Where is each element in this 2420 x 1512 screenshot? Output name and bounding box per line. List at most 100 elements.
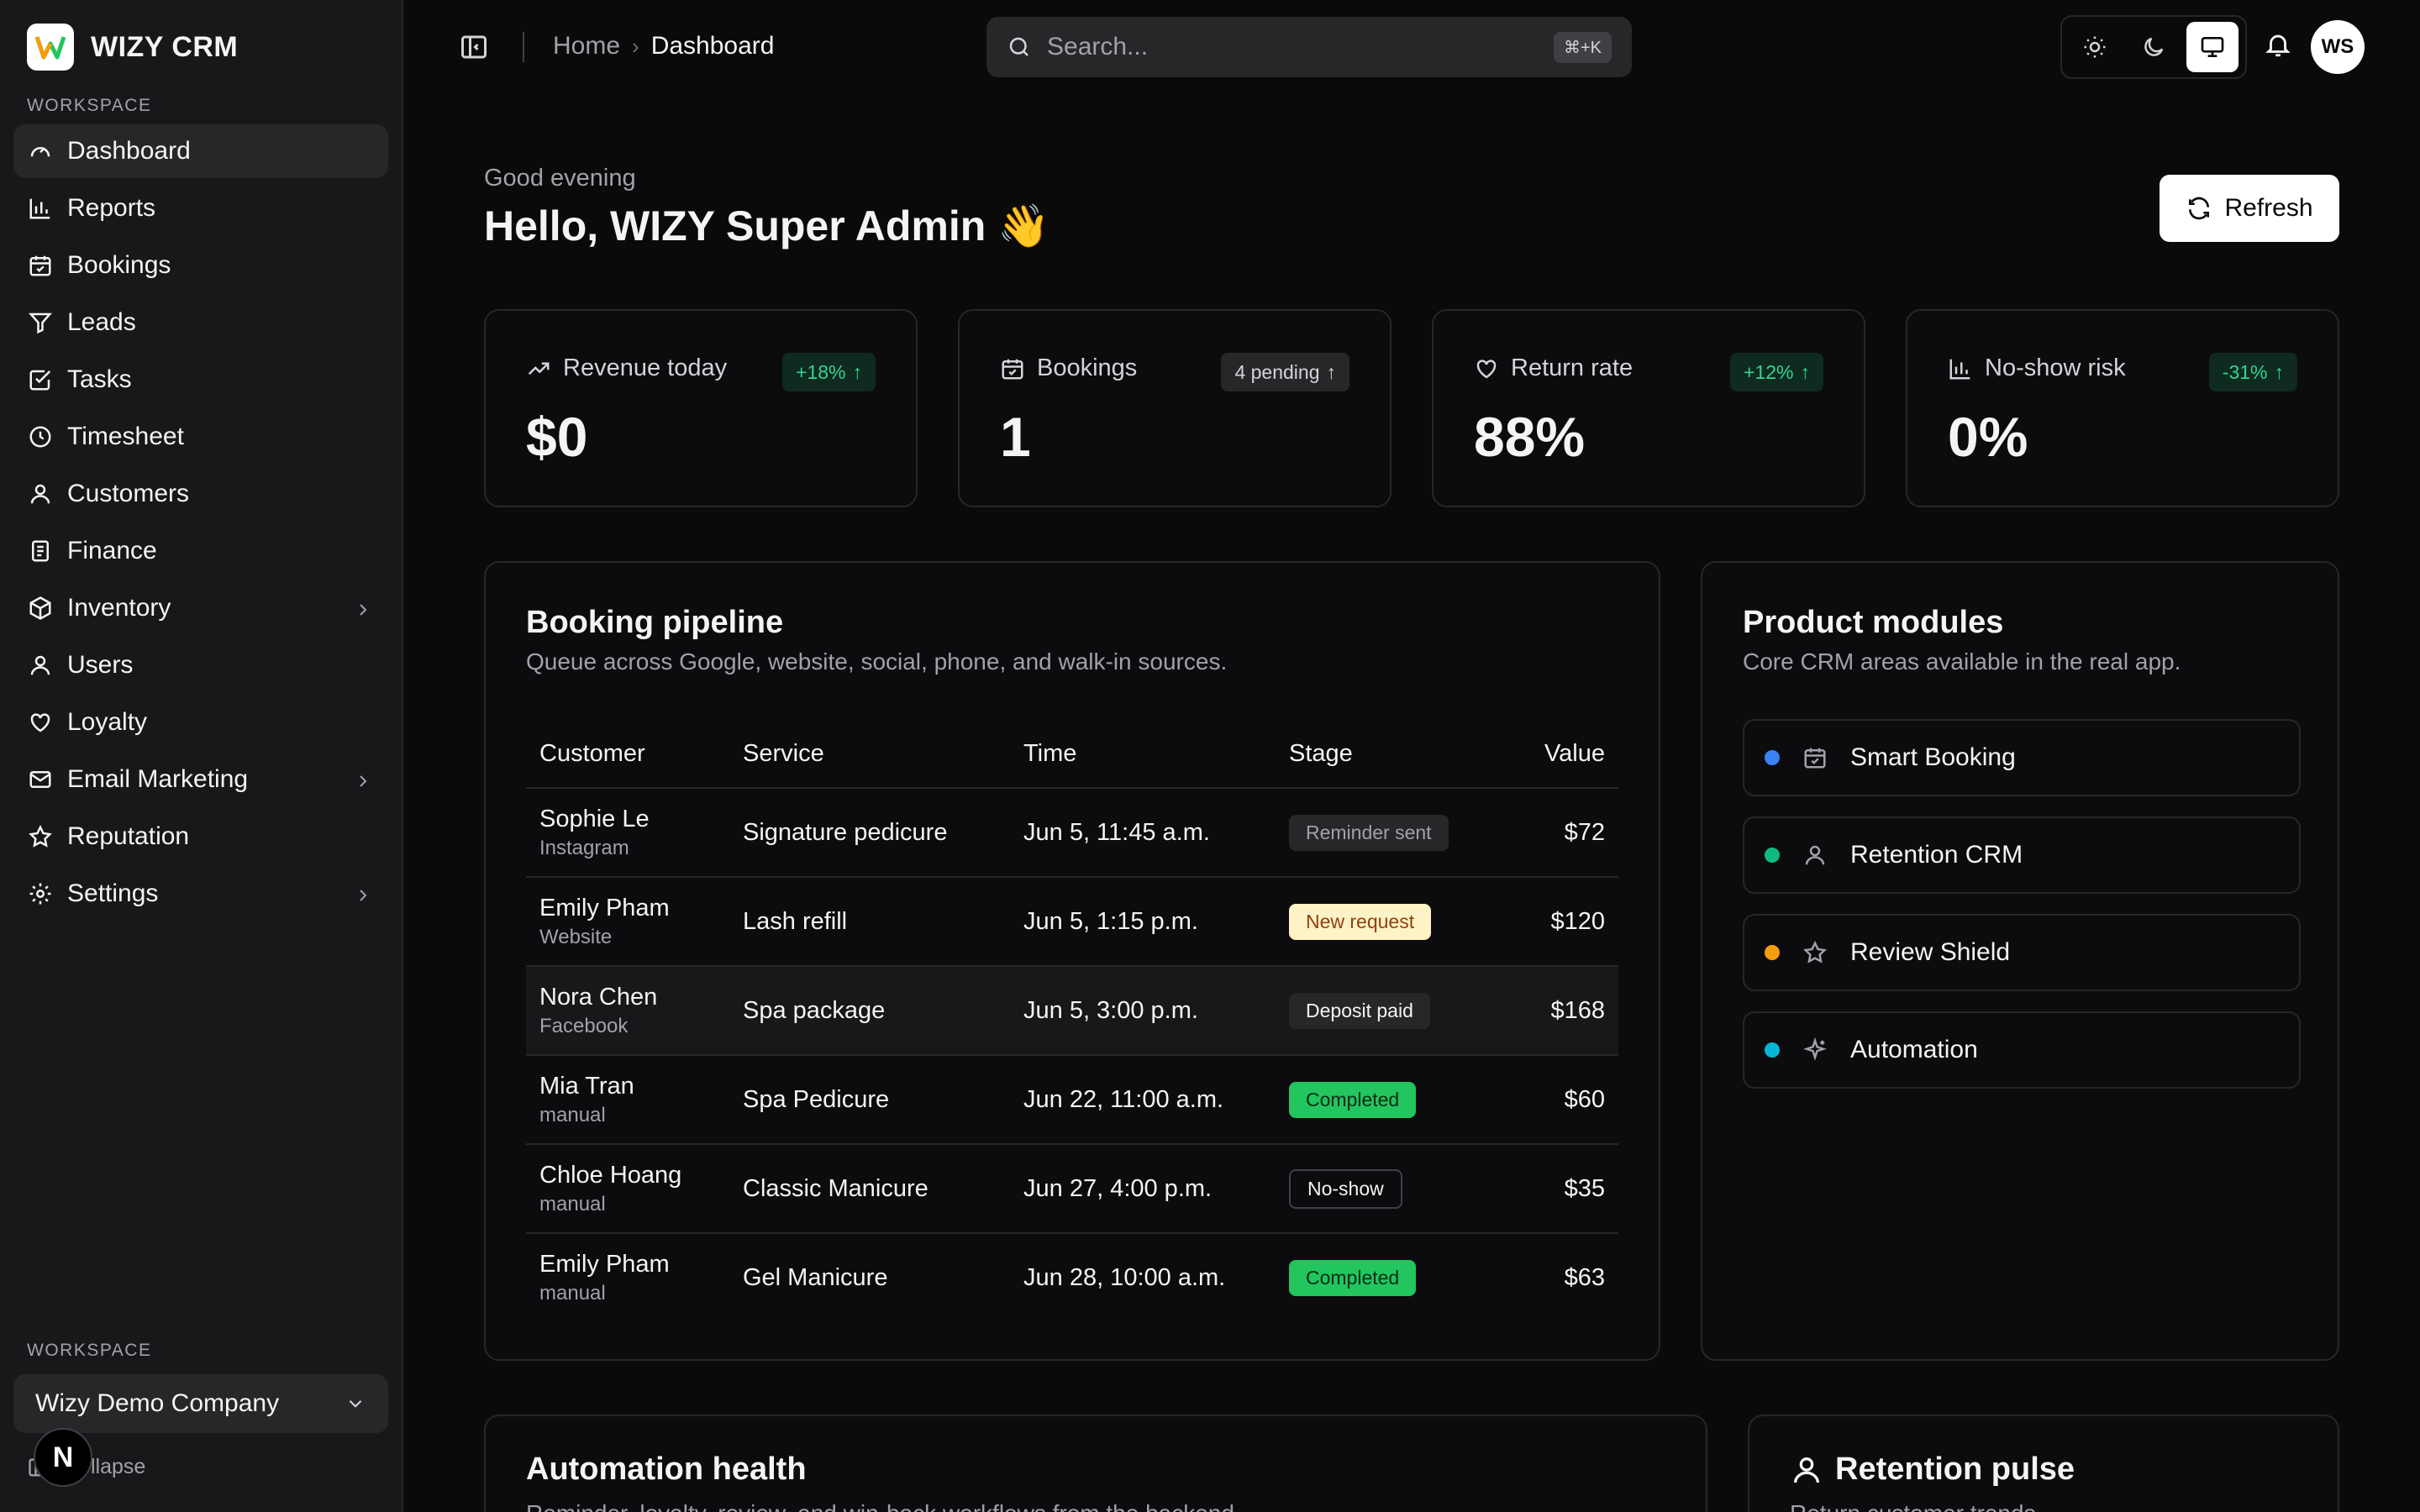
sidebar-item-loyalty[interactable]: Loyalty bbox=[13, 696, 388, 749]
checkbox-icon bbox=[27, 366, 54, 393]
sidebar-item-reports[interactable]: Reports bbox=[13, 181, 388, 235]
calendar-check-icon bbox=[1802, 744, 1828, 771]
value-cell: $168 bbox=[1502, 966, 1618, 1056]
status-dot bbox=[1765, 848, 1780, 863]
sidebar-item-settings[interactable]: Settings bbox=[13, 867, 388, 921]
status-dot bbox=[1765, 945, 1780, 960]
greeting-subtitle: Good evening bbox=[484, 165, 636, 192]
card-subtitle: Return customer trends bbox=[1790, 1500, 2036, 1512]
customer-name: Emily Pham bbox=[539, 1251, 670, 1278]
stat-card-revenue: Revenue today +18% ↑ $0 bbox=[484, 309, 918, 507]
value-cell: $35 bbox=[1502, 1144, 1618, 1234]
column-header[interactable]: Value bbox=[1502, 721, 1618, 789]
chevron-down-icon bbox=[349, 1399, 362, 1408]
sidebar-item-customers[interactable]: Customers bbox=[13, 467, 388, 521]
sidebar-item-timesheet[interactable]: Timesheet bbox=[13, 410, 388, 464]
card-title: Automation health bbox=[526, 1452, 807, 1487]
search-bar[interactable]: ⌘+K bbox=[986, 17, 1632, 77]
refresh-label: Refresh bbox=[2224, 194, 2313, 222]
table-row[interactable]: Chloe Hoang manual Classic Manicure Jun 2… bbox=[526, 1144, 1618, 1234]
brand[interactable]: WIZY CRM bbox=[27, 24, 238, 71]
module-retention-crm[interactable]: Retention CRM bbox=[1743, 816, 2301, 894]
card-title: Product modules bbox=[1743, 605, 2004, 640]
bell-icon[interactable] bbox=[2264, 30, 2297, 64]
stat-card-return-rate: Return rate +12% ↑ 88% bbox=[1432, 309, 1865, 507]
refresh-button[interactable]: Refresh bbox=[2160, 175, 2339, 242]
service-cell: Gel Manicure bbox=[743, 1264, 888, 1291]
stat-label: Return rate bbox=[1511, 354, 1634, 381]
booking-pipeline-card: Booking pipeline Queue across Google, we… bbox=[484, 561, 1660, 1361]
customer-cell: Emily Pham Website bbox=[526, 877, 729, 967]
brand-logo-icon bbox=[27, 24, 74, 71]
stat-label: Revenue today bbox=[563, 354, 728, 381]
time-cell: Jun 28, 10:00 a.m. bbox=[1023, 1264, 1226, 1291]
sidebar-item-label: Email Marketing bbox=[67, 765, 249, 793]
table-row[interactable]: Nora Chen Facebook Spa package Jun 5, 3:0… bbox=[526, 966, 1618, 1056]
arrow-up-icon: ↑ bbox=[2274, 360, 2285, 383]
module-label: Automation bbox=[1850, 1036, 1978, 1063]
sidebar-item-bookings[interactable]: Bookings bbox=[13, 239, 388, 292]
stat-value: 1 bbox=[1000, 406, 1031, 468]
column-header[interactable]: Customer bbox=[526, 721, 729, 789]
sidebar-item-reputation[interactable]: Reputation bbox=[13, 810, 388, 864]
theme-dark-button[interactable] bbox=[2128, 22, 2180, 72]
gear-icon bbox=[27, 880, 54, 907]
module-automation[interactable]: Automation bbox=[1743, 1011, 2301, 1089]
sidebar-item-label: Settings bbox=[67, 879, 159, 907]
sidebar-item-finance[interactable]: Finance bbox=[13, 524, 388, 578]
stat-header: Revenue today bbox=[526, 354, 727, 382]
sidebar-item-tasks[interactable]: Tasks bbox=[13, 353, 388, 407]
stage-cell: Completed bbox=[1276, 1055, 1502, 1145]
table-row[interactable]: Emily Pham Website Lash refill Jun 5, 1:1… bbox=[526, 877, 1618, 967]
sidebar-item-label: Finance bbox=[67, 537, 157, 564]
breadcrumb-home[interactable]: Home bbox=[553, 32, 620, 60]
column-header[interactable]: Service bbox=[729, 721, 1010, 789]
search-input[interactable] bbox=[1047, 33, 1554, 61]
section-label-workspace-footer: WORKSPACE bbox=[27, 1341, 152, 1360]
column-header[interactable]: Time bbox=[1010, 721, 1276, 789]
sidebar-item-label: Users bbox=[67, 651, 134, 679]
module-review-shield[interactable]: Review Shield bbox=[1743, 914, 2301, 991]
sidebar: WIZY CRM WORKSPACE Dashboard Reports Boo… bbox=[0, 0, 403, 1512]
status-badge: New request bbox=[1289, 903, 1432, 940]
column-header[interactable]: Stage bbox=[1276, 721, 1502, 789]
time-cell: Jun 5, 3:00 p.m. bbox=[1010, 966, 1276, 1056]
stat-label: Bookings bbox=[1037, 354, 1138, 381]
table-row[interactable]: Mia Tran manual Spa Pedicure Jun 22, 11:0… bbox=[526, 1055, 1618, 1145]
page-title: Hello, WIZY Super Admin 👋 bbox=[484, 202, 1050, 249]
customer-source: manual bbox=[539, 1192, 606, 1215]
stage-cell: Deposit paid bbox=[1276, 966, 1502, 1056]
stage-cell: Completed bbox=[1276, 1233, 1502, 1322]
stage-cell: No-show bbox=[1276, 1144, 1502, 1234]
sparkle-icon bbox=[1802, 1037, 1828, 1063]
sidebar-item-leads[interactable]: Leads bbox=[13, 296, 388, 349]
trend-up-icon bbox=[528, 362, 550, 375]
sidebar-item-users[interactable]: Users bbox=[13, 638, 388, 692]
theme-system-button[interactable] bbox=[2186, 22, 2238, 72]
calendar-check-icon bbox=[1002, 359, 1023, 379]
table-row[interactable]: Emily Pham manual Gel Manicure Jun 28, 10… bbox=[526, 1233, 1618, 1322]
stat-card-no-show: No-show risk -31% ↑ 0% bbox=[1906, 309, 2339, 507]
sidebar-item-email-marketing[interactable]: Email Marketing bbox=[13, 753, 388, 806]
stat-header: Bookings bbox=[1000, 354, 1137, 382]
sidebar-nav: Dashboard Reports Bookings Leads Tasks T… bbox=[13, 124, 388, 924]
sidebar-item-label: Inventory bbox=[67, 594, 171, 622]
stat-badge-text: +18% bbox=[796, 360, 846, 383]
customer-cell: Emily Pham manual bbox=[526, 1233, 729, 1322]
status-badge: Completed bbox=[1289, 1081, 1417, 1118]
sidebar-item-inventory[interactable]: Inventory bbox=[13, 581, 388, 635]
customer-name: Chloe Hoang bbox=[539, 1161, 682, 1189]
module-smart-booking[interactable]: Smart Booking bbox=[1743, 719, 2301, 796]
sidebar-item-label: Leads bbox=[67, 308, 136, 336]
stat-header: Return rate bbox=[1474, 354, 1633, 382]
stage-cell: New request bbox=[1276, 877, 1502, 967]
dev-badge[interactable]: N bbox=[34, 1428, 92, 1487]
mail-icon bbox=[27, 766, 54, 793]
table-row[interactable]: Sophie Le Instagram Signature pedicure Ju… bbox=[526, 788, 1618, 878]
retention-title: Retention pulse bbox=[1790, 1452, 2075, 1488]
workspace-select[interactable]: Wizy Demo Company bbox=[13, 1374, 388, 1433]
avatar[interactable]: WS bbox=[2311, 20, 2365, 74]
theme-light-button[interactable] bbox=[2069, 22, 2121, 72]
sidebar-toggle-icon[interactable] bbox=[459, 32, 489, 62]
sidebar-item-dashboard[interactable]: Dashboard bbox=[13, 124, 388, 178]
